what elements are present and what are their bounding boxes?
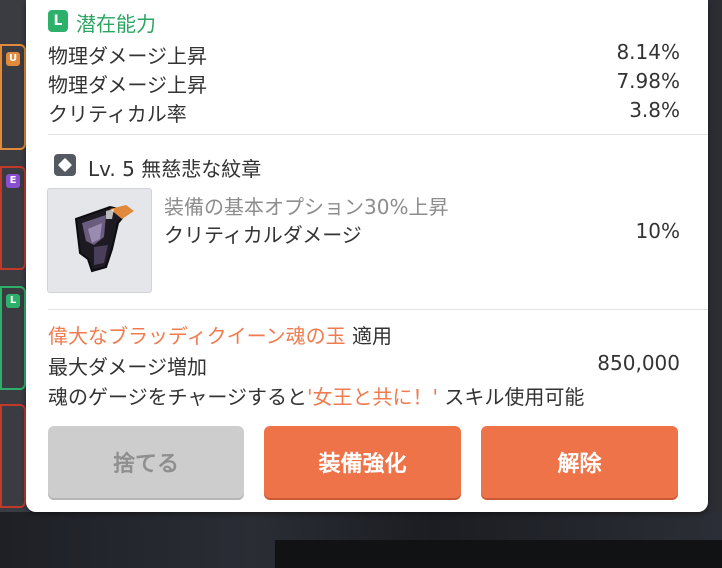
potential-section: L 潜在能力 物理ダメージ上昇 8.14% 物理ダメージ上昇 7.98% クリテ… [26,0,708,134]
emblem-diamond-icon [54,154,76,176]
emblem-slot[interactable] [47,188,152,293]
potential-line-label: 物理ダメージ上昇 [48,73,207,97]
background-tab-item [0,404,26,508]
soul-stat-value: 850,000 [597,351,680,375]
potential-line-label: クリティカル率 [48,102,187,126]
soul-skill-name: '女王と共に！' [307,385,438,409]
potential-line-value: 8.14% [616,40,680,64]
emblem-stat-value: 10% [635,219,680,243]
emblem-claw-icon [74,205,134,273]
emblem-stat-line: クリティカルダメージ 10% [164,219,680,248]
soul-desc-suffix: スキル使用可能 [438,385,585,409]
soul-stat-label: 最大ダメージ増加 [48,355,207,379]
tab-letter: E [6,174,20,188]
emblem-option-text: 装備の基本オプション30%上昇 [164,195,449,219]
potential-line: クリティカル率 3.8% [48,98,680,127]
soul-name: 偉大なブラッディクイーン魂の玉 [48,324,346,348]
potential-line-label: 物理ダメージ上昇 [48,44,207,68]
potential-line-value: 7.98% [616,69,680,93]
soul-apply-label: 適用 [345,324,392,348]
enhance-equipment-button[interactable]: 装備強化 [264,426,461,498]
background-dark-area [275,540,722,568]
section-divider [48,134,708,135]
background-tab-unique: U [0,44,26,150]
soul-stat-line: 最大ダメージ増加 850,000 [48,351,680,380]
background-tab-epic: E [0,166,26,270]
discard-button[interactable]: 捨てる [48,426,244,498]
potential-line-value: 3.8% [629,98,680,122]
release-button[interactable]: 解除 [481,426,678,498]
item-detail-panel: L 潜在能力 物理ダメージ上昇 8.14% 物理ダメージ上昇 7.98% クリテ… [26,0,708,512]
soul-desc-prefix: 魂のゲージをチャージすると [48,385,307,409]
potential-title: 潜在能力 [76,12,156,36]
soul-header: 偉大なブラッディクイーン魂の玉 適用 [48,320,392,349]
tab-letter: L [6,294,20,308]
potential-line: 物理ダメージ上昇 7.98% [48,69,680,98]
soul-description: 魂のゲージをチャージすると'女王と共に！' スキル使用可能 [48,381,584,410]
tab-letter: U [6,52,20,66]
section-divider [48,309,708,310]
emblem-title: Lv. 5 無慈悲な紋章 [88,157,262,181]
emblem-stat-label: クリティカルダメージ [164,223,362,247]
legendary-badge: L [48,10,68,32]
potential-line: 物理ダメージ上昇 8.14% [48,40,680,69]
background-tab-legendary: L [0,286,26,390]
